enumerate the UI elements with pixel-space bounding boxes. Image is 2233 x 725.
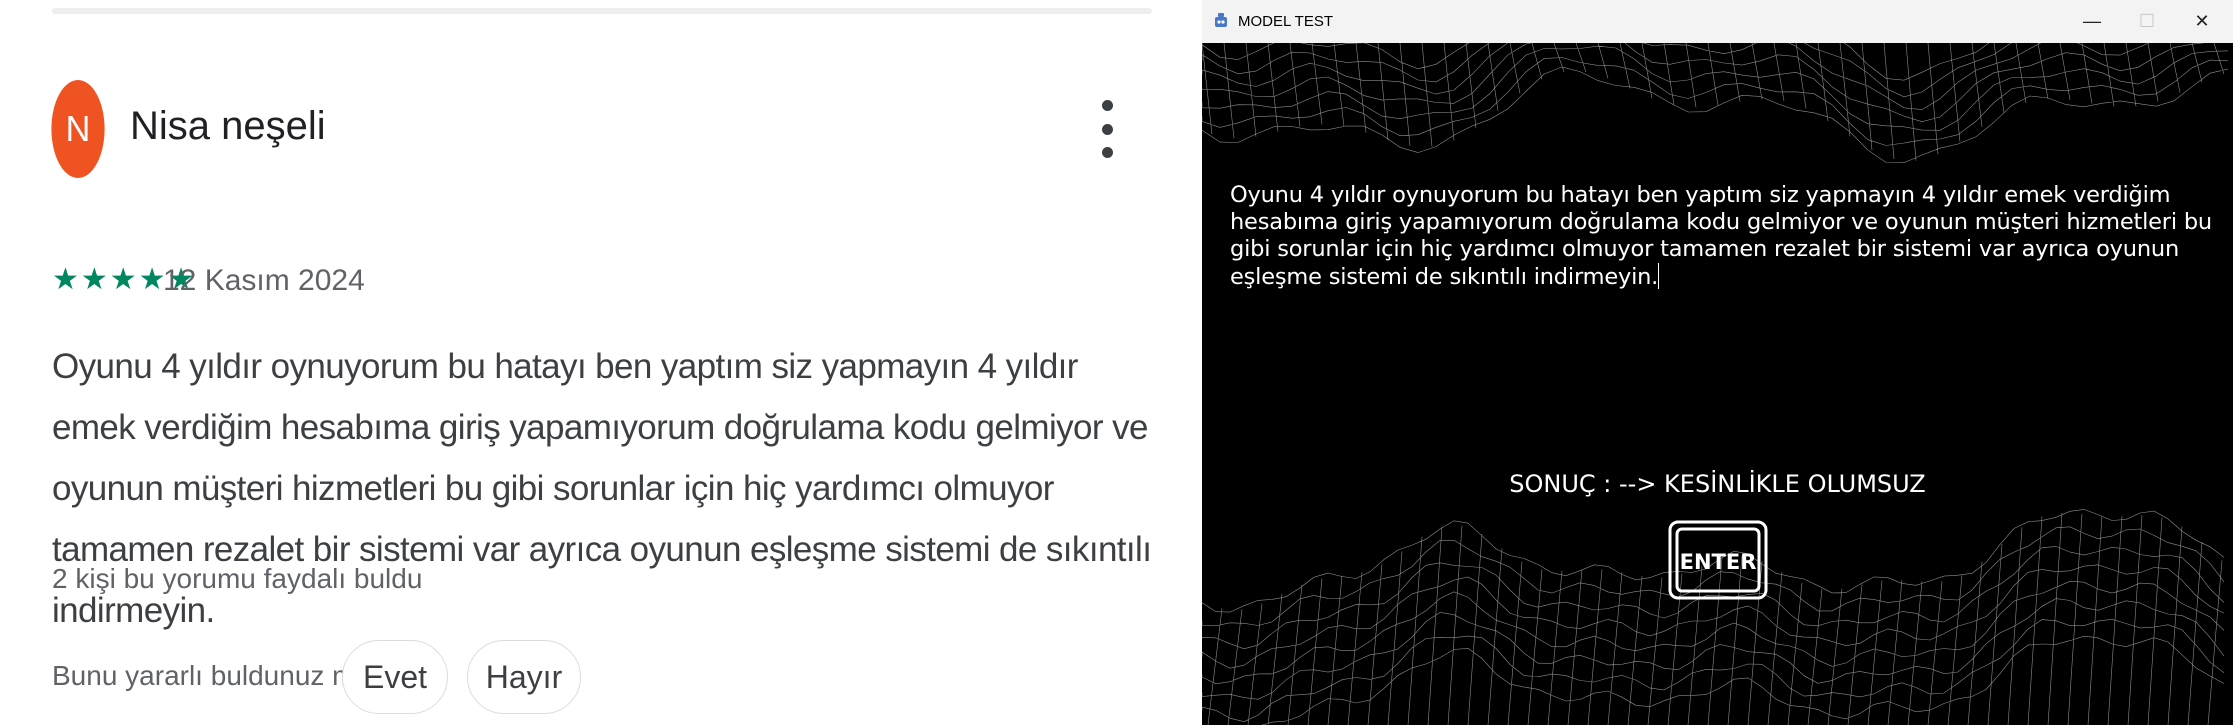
yes-button[interactable]: Evet	[342, 640, 448, 714]
terrain-mesh	[1202, 43, 2229, 725]
close-icon[interactable]: ✕	[2179, 0, 2225, 43]
reviewer-name: Nisa neşeli	[130, 104, 326, 148]
review-text: Oyunu 4 yıldır oynuyorum bu hatayı ben y…	[52, 347, 1152, 630]
model-test-window: MODEL TEST — ☐ ✕ Oyunu 4 yıldır oynuyoru…	[1202, 0, 2233, 725]
wireframe-terrain-background	[1202, 43, 2229, 725]
title-bar: MODEL TEST — ☐ ✕	[1202, 0, 2233, 43]
text-input[interactable]: Oyunu 4 yıldır oynuyorum bu hatayı ben y…	[1230, 182, 2220, 291]
app-icon	[1215, 13, 1227, 27]
result-label: SONUÇ : --> KESİNLİKLE OLUMSUZ	[1509, 470, 1926, 498]
text-caret	[1658, 263, 1660, 289]
window-title: MODEL TEST	[1238, 13, 1334, 30]
enter-label: ENTER	[1680, 550, 1757, 574]
no-button[interactable]: Hayır	[467, 640, 581, 714]
divider	[52, 8, 1152, 14]
enter-button[interactable]: ENTER	[1668, 520, 1768, 600]
helpful-question: Bunu yararlı buldunuz mu?	[52, 660, 387, 691]
minimize-icon[interactable]: —	[2069, 0, 2115, 43]
review-date: 12 Kasım 2024	[163, 264, 365, 297]
helpful-count: 2 kişi bu yorumu faydalı buldu	[52, 563, 423, 594]
avatar: N	[51, 80, 105, 178]
more-options-icon[interactable]	[1100, 100, 1114, 158]
review-card: N Nisa neşeli ★★★★★ 12 Kasım 2024 Oyunu …	[0, 0, 1160, 725]
maximize-icon[interactable]: ☐	[2124, 0, 2170, 43]
